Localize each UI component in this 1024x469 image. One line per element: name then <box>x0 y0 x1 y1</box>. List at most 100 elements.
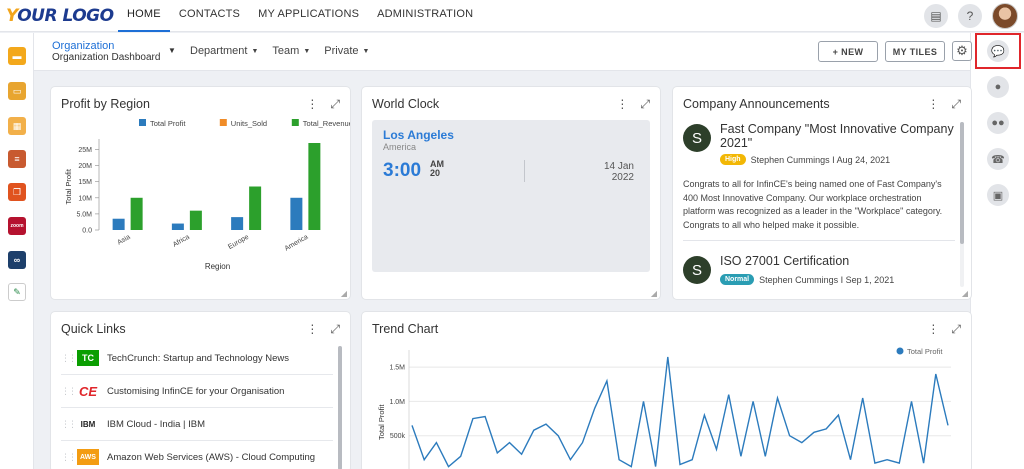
nav-my-applications[interactable]: MY APPLICATIONS <box>249 0 368 32</box>
user-avatar[interactable] <box>992 3 1018 29</box>
ibm-icon: IBM <box>80 419 96 429</box>
breadcrumb-title: Organization <box>52 40 115 52</box>
help-icon[interactable]: ? <box>958 4 982 28</box>
link-app-icon[interactable]: ∞ <box>8 251 26 269</box>
zoom-app-icon[interactable]: zoom <box>8 217 26 235</box>
news-icon[interactable]: ▤ <box>924 4 948 28</box>
clock-ampm: AM 20 <box>430 159 444 178</box>
quick-link-item[interactable]: ⋮⋮ AWS Amazon Web Services (AWS) - Cloud… <box>61 441 333 469</box>
clock-time: 3:00 <box>383 160 422 181</box>
company-logo[interactable]: YOUR LOGO <box>6 6 114 26</box>
resize-handle-icon[interactable]: ◢ <box>962 289 968 298</box>
expand-icon[interactable]: ⤢ <box>951 322 961 337</box>
scrollbar-thumb[interactable] <box>960 122 964 244</box>
drag-handle-icon[interactable]: ⋮⋮ <box>61 419 77 430</box>
more-options-icon[interactable]: ⋮ <box>927 322 939 337</box>
y-axis-title: Total Profit <box>64 168 73 204</box>
files-app-icon[interactable]: ❐ <box>8 183 26 201</box>
card-title: World Clock <box>372 97 440 111</box>
expand-icon[interactable]: ⤢ <box>330 97 340 112</box>
quick-links-card: Quick Links ⋮ ⤢ ⋮⋮ TC TechCrunch: Startup… <box>51 312 350 469</box>
author-avatar: S <box>683 256 711 284</box>
breadcrumb[interactable]: Organization Organization Dashboard <box>52 41 160 64</box>
expand-icon[interactable]: ⤢ <box>330 322 340 337</box>
inbox-app-icon[interactable]: ▭ <box>8 82 26 100</box>
team-dropdown[interactable]: Team ▼ <box>272 45 310 57</box>
group-icon[interactable]: ●● <box>987 112 1009 134</box>
filter-dropdowns: Department ▼ Team ▼ Private ▼ <box>190 45 369 57</box>
chat-icon[interactable]: 💬 <box>987 40 1009 62</box>
drag-handle-icon[interactable]: ⋮⋮ <box>61 452 77 463</box>
notes-app-icon[interactable]: ≡ <box>8 150 26 168</box>
legend-swatch <box>139 119 146 126</box>
quick-link-label: TechCrunch: Startup and Technology News <box>107 352 290 364</box>
breadcrumb-subtitle: Organization Dashboard <box>52 52 161 63</box>
announcement-meta: High Stephen Cummings I Aug 24, 2021 <box>720 154 890 165</box>
series-line <box>411 356 949 468</box>
divider <box>683 240 955 241</box>
y-tick-label: 20M <box>78 163 92 170</box>
announcement-body: Congrats to all for InfinCE's being name… <box>683 179 943 230</box>
quick-link-label: Amazon Web Services (AWS) - Cloud Comput… <box>107 451 316 463</box>
scrollbar-thumb[interactable] <box>338 346 342 469</box>
edit-app-icon[interactable]: ✎ <box>8 283 26 301</box>
card-title: Company Announcements <box>683 97 830 111</box>
divider <box>524 160 525 182</box>
nav-home[interactable]: HOME <box>118 0 170 32</box>
clock-city: Los Angeles <box>383 128 454 142</box>
nav-administration[interactable]: ADMINISTRATION <box>368 0 482 32</box>
phone-icon[interactable]: ☎ <box>987 148 1009 170</box>
new-button[interactable]: + NEW <box>818 41 878 62</box>
scrollbar[interactable] <box>960 122 964 287</box>
drag-handle-icon[interactable]: ⋮⋮ <box>61 386 77 397</box>
infince-icon: CE <box>78 383 98 399</box>
person-icon[interactable]: ● <box>987 76 1009 98</box>
legend-label: Units_Sold <box>231 119 267 128</box>
author-avatar: S <box>683 124 711 152</box>
x-tick-label: Africa <box>172 234 191 249</box>
resize-handle-icon[interactable]: ◢ <box>651 289 657 298</box>
y-tick-label: 500k <box>390 433 406 440</box>
quick-link-item[interactable]: ⋮⋮ IBM IBM Cloud - India | IBM <box>61 408 333 441</box>
announcement-title: Fast Company "Most Innovative Company 20… <box>720 122 954 150</box>
clock-region: America <box>383 142 417 152</box>
expand-icon[interactable]: ⤢ <box>951 97 961 112</box>
resize-handle-icon[interactable]: ◢ <box>341 289 347 298</box>
x-axis-title: Region <box>205 262 230 271</box>
bar <box>130 197 143 230</box>
folder-app-icon[interactable]: ▬ <box>8 47 26 65</box>
chevron-down-icon: ▼ <box>303 48 311 55</box>
more-options-icon[interactable]: ⋮ <box>616 97 628 112</box>
y-axis-title: Total Profit <box>377 404 386 440</box>
y-tick-label: 1.0M <box>389 399 405 406</box>
chevron-down-icon[interactable]: ▼ <box>168 46 176 55</box>
more-options-icon[interactable]: ⋮ <box>927 97 939 112</box>
announcement-title: ISO 27001 Certification <box>720 254 850 268</box>
quick-link-label: IBM Cloud - India | IBM <box>107 418 206 430</box>
private-dropdown[interactable]: Private ▼ <box>324 45 369 57</box>
bar <box>308 143 321 230</box>
top-navigation-bar: YOUR LOGO HOME CONTACTS MY APPLICATIONS … <box>0 0 1024 32</box>
bar <box>189 210 202 230</box>
legend-label: Total_Revenue <box>303 119 350 128</box>
my-tiles-button[interactable]: MY TILES <box>885 41 945 62</box>
calendar-app-icon[interactable]: ▦ <box>8 117 26 135</box>
expand-icon[interactable]: ⤢ <box>640 97 650 112</box>
announcement-meta: Normal Stephen Cummings I Sep 1, 2021 <box>720 274 894 285</box>
main-nav: HOME CONTACTS MY APPLICATIONS ADMINISTRA… <box>118 0 482 32</box>
drag-handle-icon[interactable]: ⋮⋮ <box>61 353 77 364</box>
scrollbar[interactable] <box>338 346 342 469</box>
nav-contacts[interactable]: CONTACTS <box>170 0 249 32</box>
calendar-icon[interactable]: ▣ <box>987 184 1009 206</box>
quick-link-item[interactable]: ⋮⋮ CE Customising InfinCE for your Organ… <box>61 375 333 408</box>
world-clock-card: World Clock ⋮ ⤢ Los Angeles America 3:00 … <box>362 87 660 299</box>
more-options-icon[interactable]: ⋮ <box>306 97 318 112</box>
quick-link-item[interactable]: ⋮⋮ TC TechCrunch: Startup and Technology… <box>61 342 333 375</box>
y-tick-label: 1.5M <box>389 365 405 372</box>
profit-bar-chart: Total Profit Units_Sold Total_Revenue 0.0 5.… <box>64 119 350 271</box>
quick-link-label: Customising InfinCE for your Organisatio… <box>107 385 285 397</box>
settings-gear-icon[interactable]: ⚙ <box>952 41 972 61</box>
department-dropdown[interactable]: Department ▼ <box>190 45 258 57</box>
more-options-icon[interactable]: ⋮ <box>306 322 318 337</box>
legend-label: Total Profit <box>150 119 186 128</box>
